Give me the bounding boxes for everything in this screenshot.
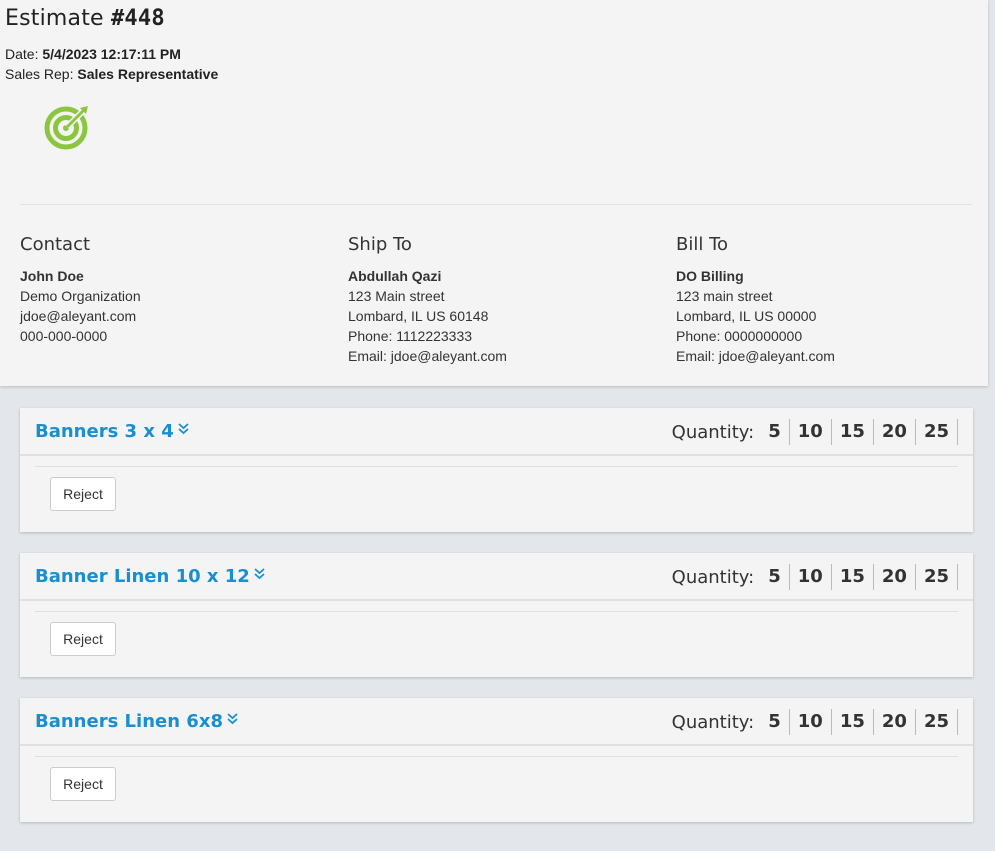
line-item-header: Banner Linen 10 x 12 Quantity: 5 10 15 2…: [20, 553, 973, 601]
contact-name: John Doe: [20, 268, 84, 284]
ship-to-section: Ship To Abdullah Qazi 123 Main street Lo…: [348, 234, 507, 366]
sales-rep: Sales Rep: Sales Representative: [5, 66, 218, 82]
quantity-option[interactable]: 10: [790, 709, 832, 735]
bill-to-phone: Phone: 0000000000: [676, 328, 803, 344]
quantity-option[interactable]: 25: [916, 564, 958, 590]
line-item-title[interactable]: Banners 3 x 4: [35, 421, 189, 442]
ship-to-city: Lombard, IL US 60148: [348, 308, 489, 324]
quantity-option[interactable]: 15: [832, 419, 874, 445]
title-prefix: Estimate: [5, 6, 104, 31]
quantity-option[interactable]: 20: [874, 709, 916, 735]
line-item-title[interactable]: Banner Linen 10 x 12: [35, 566, 265, 587]
date-label: Date:: [5, 46, 39, 62]
quantity-selector: Quantity: 5 10 15 20 25: [672, 419, 958, 445]
ship-to-street: 123 Main street: [348, 288, 445, 304]
chevron-double-down-icon[interactable]: [227, 713, 238, 725]
quantity-option[interactable]: 5: [760, 709, 790, 735]
quantity-label: Quantity:: [671, 421, 755, 443]
line-item-name: Banner Linen 10 x 12: [35, 566, 250, 587]
line-item-header: Banners 3 x 4 Quantity: 5 10 15 20 25: [20, 408, 973, 456]
quantity-option[interactable]: 10: [790, 564, 832, 590]
bill-to-city: Lombard, IL US 00000: [676, 308, 817, 324]
quantity-selector: Quantity: 5 10 15 20 25: [672, 564, 958, 590]
line-item-card: Banners Linen 6x8 Quantity: 5 10 15 20 2…: [20, 698, 973, 822]
chevron-double-down-icon[interactable]: [254, 568, 265, 580]
contact-heading: Contact: [20, 234, 91, 255]
reject-button[interactable]: Reject: [50, 622, 116, 656]
quantity-option[interactable]: 20: [874, 419, 916, 445]
line-item-header: Banners Linen 6x8 Quantity: 5 10 15 20 2…: [20, 698, 973, 746]
estimate-date: Date: 5/4/2023 12:17:11 PM: [5, 46, 181, 62]
line-item-card: Banners 3 x 4 Quantity: 5 10 15 20 25 Re…: [20, 408, 973, 532]
quantity-option[interactable]: 15: [832, 564, 874, 590]
contact-email: jdoe@aleyant.com: [20, 308, 137, 324]
line-item-title[interactable]: Banners Linen 6x8: [35, 711, 238, 732]
sales-rep-label: Sales Rep:: [5, 66, 74, 82]
ship-to-heading: Ship To: [348, 234, 412, 255]
contact-phone: 000-000-0000: [20, 328, 108, 344]
line-item-divider: [35, 611, 958, 612]
sales-rep-value: Sales Representative: [77, 66, 219, 82]
bill-to-section: Bill To DO Billing 123 main street Lomba…: [676, 234, 835, 366]
quantity-option[interactable]: 25: [916, 419, 958, 445]
line-item-divider: [35, 756, 958, 757]
reject-button[interactable]: Reject: [50, 477, 116, 511]
quantity-label: Quantity:: [671, 566, 755, 588]
quantity-label: Quantity:: [671, 711, 755, 733]
contact-organization: Demo Organization: [20, 288, 141, 304]
line-item-card: Banner Linen 10 x 12 Quantity: 5 10 15 2…: [20, 553, 973, 677]
quantity-option[interactable]: 15: [832, 709, 874, 735]
date-value: 5/4/2023 12:17:11 PM: [42, 46, 181, 62]
ship-to-name: Abdullah Qazi: [348, 268, 442, 284]
estimate-number: #448: [110, 6, 165, 31]
header-divider: [20, 204, 972, 205]
line-item-divider: [35, 466, 958, 467]
quantity-option[interactable]: 5: [760, 564, 790, 590]
quantity-option[interactable]: 20: [874, 564, 916, 590]
quantity-selector: Quantity: 5 10 15 20 25: [672, 709, 958, 735]
bill-to-street: 123 main street: [676, 288, 773, 304]
quantity-option[interactable]: 25: [916, 709, 958, 735]
line-item-name: Banners 3 x 4: [35, 421, 174, 442]
chevron-double-down-icon[interactable]: [178, 423, 189, 435]
line-item-name: Banners Linen 6x8: [35, 711, 223, 732]
quantity-option[interactable]: 10: [790, 419, 832, 445]
bill-to-heading: Bill To: [676, 234, 729, 255]
bill-to-name: DO Billing: [676, 268, 744, 284]
bill-to-email: Email: jdoe@aleyant.com: [676, 348, 835, 364]
ship-to-phone: Phone: 1112223333: [348, 328, 473, 344]
quantity-option[interactable]: 5: [760, 419, 790, 445]
reject-button[interactable]: Reject: [50, 767, 116, 801]
target-logo-icon: [44, 106, 88, 150]
ship-to-email: Email: jdoe@aleyant.com: [348, 348, 507, 364]
page-title: Estimate #448: [5, 6, 165, 31]
estimate-header-card: Estimate #448 Date: 5/4/2023 12:17:11 PM…: [0, 0, 988, 386]
contact-section: Contact John Doe Demo Organization jdoe@…: [20, 234, 141, 346]
